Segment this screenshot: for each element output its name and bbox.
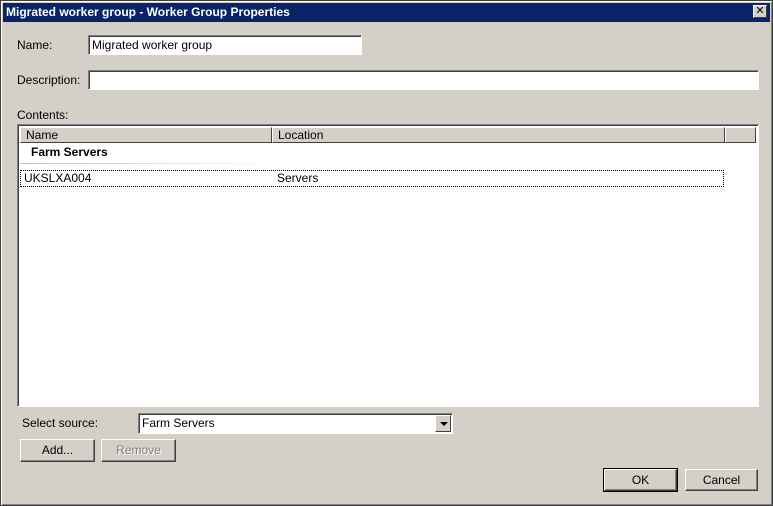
ok-button[interactable]: OK — [603, 468, 678, 492]
select-source-label: Select source: — [22, 416, 98, 430]
group-header-farm-servers[interactable]: Farm Servers — [31, 145, 108, 159]
group-separator — [20, 163, 280, 164]
row-location: Servers — [277, 171, 319, 185]
close-icon: ✕ — [755, 5, 765, 17]
description-label: Description: — [17, 73, 80, 87]
column-header-location[interactable]: Location — [272, 127, 725, 143]
list-header: Name Location — [20, 127, 756, 143]
close-button[interactable]: ✕ — [753, 5, 767, 18]
remove-button[interactable]: Remove — [101, 439, 176, 462]
table-row[interactable]: UKSLXA004 Servers — [20, 170, 724, 187]
remove-button-label: Remove — [116, 443, 161, 457]
add-button[interactable]: Add... — [20, 439, 95, 462]
name-field[interactable]: Migrated worker group — [88, 35, 362, 55]
select-source-dropdown[interactable]: Farm Servers — [138, 413, 453, 434]
description-field[interactable] — [88, 70, 759, 90]
cancel-button[interactable]: Cancel — [685, 469, 758, 491]
row-name: UKSLXA004 — [24, 171, 92, 185]
name-label-text: Name: — [17, 38, 53, 52]
contents-label-text: Contents: — [17, 108, 69, 122]
add-button-label: Add... — [41, 443, 74, 457]
select-source-label-text: Select source: — [22, 416, 99, 430]
column-header-name[interactable]: Name — [20, 127, 272, 143]
description-label-text: Description: — [17, 73, 81, 87]
title-bar[interactable]: Migrated worker group - Worker Group Pro… — [3, 3, 770, 22]
select-source-value: Farm Servers — [142, 416, 215, 430]
cancel-button-label: Cancel — [702, 473, 741, 487]
contents-list[interactable]: Name Location — [17, 124, 759, 407]
name-label: Name: — [17, 38, 52, 52]
contents-label: Contents: — [17, 108, 68, 122]
worker-group-properties-dialog: Migrated worker group - Worker Group Pro… — [0, 0, 773, 506]
column-header-filler — [725, 127, 756, 143]
window-title: Migrated worker group - Worker Group Pro… — [6, 5, 290, 19]
chevron-down-icon[interactable] — [435, 415, 451, 432]
ok-button-label: OK — [631, 473, 650, 487]
